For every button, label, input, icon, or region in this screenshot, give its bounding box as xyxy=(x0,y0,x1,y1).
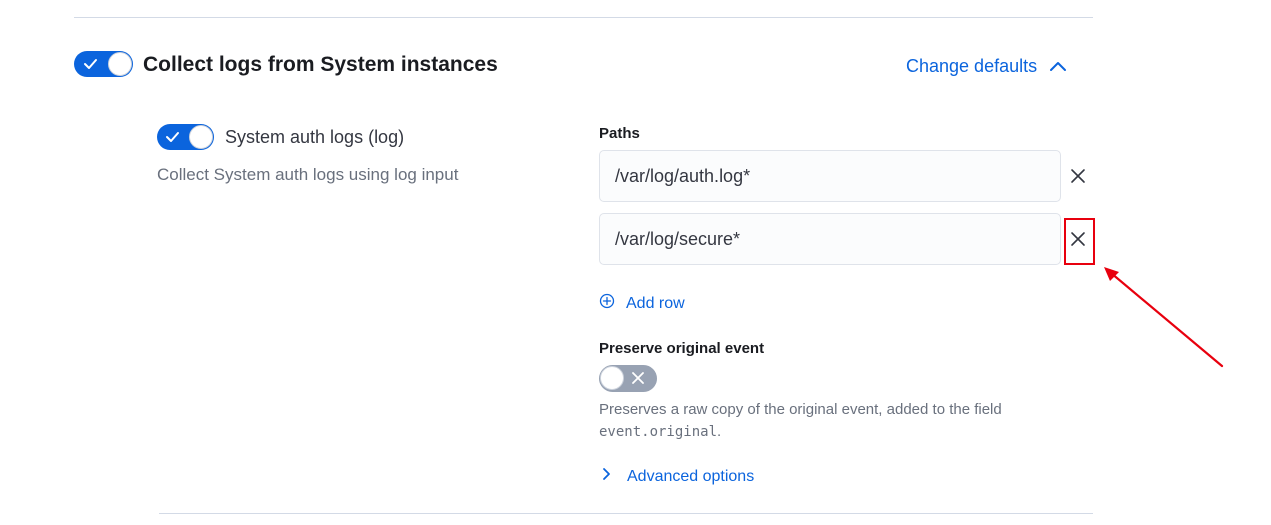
cross-icon xyxy=(632,372,644,384)
input-description: Collect System auth logs using log input xyxy=(157,165,459,184)
integration-settings-panel: Collect logs from System instances Chang… xyxy=(0,0,1271,525)
auth-logs-toggle[interactable] xyxy=(157,124,214,150)
advanced-options-toggle[interactable]: Advanced options xyxy=(599,467,754,486)
preserve-help-suffix: . xyxy=(717,423,722,440)
change-defaults-button[interactable]: Change defaults xyxy=(906,56,1067,77)
chevron-right-icon xyxy=(602,467,612,486)
paths-label: Paths xyxy=(599,125,640,142)
section-title: Collect logs from System instances xyxy=(143,53,498,76)
check-icon xyxy=(166,132,179,142)
bottom-divider xyxy=(159,513,1093,514)
remove-row-button-1[interactable] xyxy=(1064,162,1092,190)
check-icon xyxy=(84,59,97,69)
collect-logs-toggle[interactable] xyxy=(74,51,133,77)
add-row-label: Add row xyxy=(626,294,685,312)
close-icon xyxy=(1071,169,1085,183)
path-input-2[interactable] xyxy=(599,213,1061,265)
annotation-highlight-box xyxy=(1064,218,1095,265)
toggle-knob xyxy=(108,52,132,76)
annotation-arrow-icon xyxy=(1104,267,1224,368)
preserve-help-code: event.original xyxy=(599,424,718,440)
toggle-knob xyxy=(189,125,213,149)
path-input-1[interactable] xyxy=(599,150,1061,202)
change-defaults-label: Change defaults xyxy=(906,56,1038,76)
top-divider xyxy=(74,17,1093,18)
preserve-original-toggle[interactable] xyxy=(599,365,657,392)
plus-circle-icon xyxy=(599,293,615,314)
preserve-original-label: Preserve original event xyxy=(599,340,765,357)
add-row-button[interactable]: Add row xyxy=(599,293,685,314)
advanced-options-label: Advanced options xyxy=(627,467,755,485)
chevron-up-icon xyxy=(1049,56,1067,77)
preserve-help-text: Preserves a raw copy of the original eve… xyxy=(599,401,1002,418)
input-title: System auth logs (log) xyxy=(225,127,405,147)
preserve-original-help: Preserves a raw copy of the original eve… xyxy=(599,399,1079,443)
